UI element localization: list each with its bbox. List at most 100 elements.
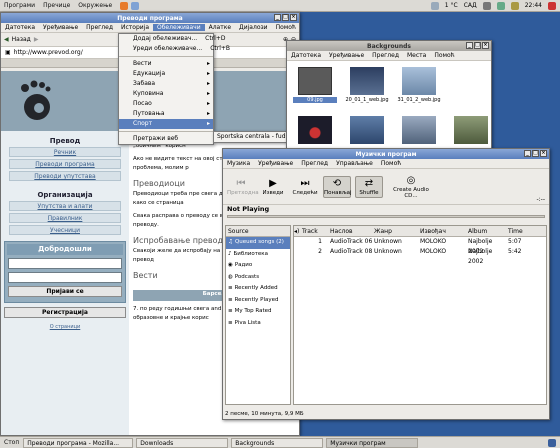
folder-education-item[interactable]: Едукација ▸ xyxy=(119,69,213,79)
col-artist[interactable]: Извођач xyxy=(420,226,468,236)
minimize-icon[interactable]: _ xyxy=(524,150,531,157)
source-library[interactable]: ♪ Библиотека xyxy=(226,249,290,261)
col-time[interactable]: Time xyxy=(508,226,530,236)
menu-view[interactable]: Преглед xyxy=(82,24,117,31)
thumbnail-item[interactable] xyxy=(345,115,389,151)
source-piva-lista[interactable]: ≡ Piva Lista xyxy=(226,318,290,330)
track-row[interactable]: 2 AudioTrack 08 Unknown MOLOKO Najbolje 20… xyxy=(294,247,546,265)
thumbnail-item[interactable]: 20_01_1_web.jpg xyxy=(345,67,389,110)
source-recently-added[interactable]: ≡ Recently Added xyxy=(226,283,290,295)
menu-music[interactable]: Музика xyxy=(223,160,254,167)
menu-help[interactable]: Помоћ xyxy=(430,52,458,59)
menu-bookmarks[interactable]: Обележивачи xyxy=(153,24,205,31)
source-top-rated[interactable]: ≡ My Top Rated xyxy=(226,306,290,318)
sport-bookmark-item[interactable]: Sportska centrala - fudbal, k xyxy=(214,132,288,142)
folder-sport-item[interactable]: Спорт ▸ xyxy=(119,119,213,129)
browser-titlebar[interactable]: Преводи програма _ □ × xyxy=(1,13,299,23)
menu-control[interactable]: Управљање xyxy=(332,160,377,167)
thumbnail-item[interactable] xyxy=(293,115,337,151)
music-titlebar[interactable]: Музички програм _ □ × xyxy=(223,149,549,159)
previous-button[interactable]: ⏮ Претходна xyxy=(227,178,259,196)
username-input[interactable] xyxy=(8,258,122,269)
workspace-switcher-icon[interactable] xyxy=(548,438,556,447)
play-button[interactable]: ▶ Изведи xyxy=(259,178,287,196)
menu-edit[interactable]: Уређивање xyxy=(39,24,82,31)
menu-history[interactable]: Историја xyxy=(117,24,153,31)
link-program-translations[interactable]: Преводи програма xyxy=(9,159,121,169)
menu-view[interactable]: Преглед xyxy=(297,160,332,167)
seek-slider[interactable] xyxy=(227,215,545,218)
task-backgrounds[interactable]: Backgrounds xyxy=(231,437,324,448)
link-guides-tools[interactable]: Упутства и алати xyxy=(9,201,121,211)
task-browser[interactable]: Преводи програма - Mozilla... xyxy=(23,437,134,448)
repeat-toggle[interactable]: ⟲ Понављај xyxy=(323,175,352,198)
next-button[interactable]: ⏭ Следећи xyxy=(291,178,319,196)
menu-file[interactable]: Датотека xyxy=(287,52,325,59)
folder-work-item[interactable]: Посао ▸ xyxy=(119,99,213,109)
thumbnail-item[interactable]: 31_01_2_web.jpg xyxy=(397,67,441,110)
track-row[interactable]: 1 AudioTrack 06 Unknown MOLOKO Najbolje 20… xyxy=(294,237,546,255)
folder-news-item[interactable]: Вести ▸ xyxy=(119,59,213,69)
folder-shopping-item[interactable]: Куповина ▸ xyxy=(119,89,213,99)
add-bookmark-item[interactable]: Додај обележивач... Ctrl+D xyxy=(119,34,225,44)
source-recently-played[interactable]: ≡ Recently Played xyxy=(226,295,290,307)
shuffle-toggle[interactable]: ⇄ Shuffle xyxy=(355,175,383,198)
source-podcasts[interactable]: ◍ Podcasts xyxy=(226,272,290,284)
link-manual-translations[interactable]: Преводи упутстава xyxy=(9,171,121,181)
menu-edit[interactable]: Уређивање xyxy=(254,160,297,167)
thumbnail-item[interactable] xyxy=(397,115,441,151)
maximize-icon[interactable]: □ xyxy=(474,42,481,49)
close-icon[interactable]: × xyxy=(290,14,297,21)
create-cd-button[interactable]: ◎ Create Audio CD... xyxy=(387,175,435,199)
menu-edit[interactable]: Уређивање xyxy=(325,52,368,59)
mail-launcher-icon[interactable] xyxy=(131,1,140,10)
maximize-icon[interactable]: □ xyxy=(282,14,289,21)
source-queue[interactable]: ♫ Queued songs (2) xyxy=(226,237,290,249)
col-genre[interactable]: Жанр xyxy=(374,226,420,236)
link-dictionary[interactable]: Речник xyxy=(9,147,121,157)
menu-dialogs[interactable]: Дијалози xyxy=(235,24,272,31)
close-icon[interactable]: × xyxy=(540,150,547,157)
task-music-player[interactable]: Музички програм xyxy=(326,437,419,448)
forward-arrow-icon[interactable]: ▶ xyxy=(34,36,39,43)
backgrounds-titlebar[interactable]: Backgrounds _ □ × xyxy=(287,41,491,51)
edit-bookmarks-item[interactable]: Уреди обележиваче... Ctrl+B xyxy=(119,44,230,54)
minimize-icon[interactable]: _ xyxy=(466,42,473,49)
source-radio[interactable]: ◉ Радио xyxy=(226,260,290,272)
thumbnail-item[interactable] xyxy=(449,115,491,151)
about-page-link[interactable]: О страници xyxy=(1,324,129,330)
maximize-icon[interactable]: □ xyxy=(532,150,539,157)
back-button[interactable]: Назад xyxy=(12,36,31,43)
menu-applications[interactable]: Програми xyxy=(0,2,39,9)
register-button[interactable]: Регистрација xyxy=(4,307,126,318)
menu-help[interactable]: Помоћ xyxy=(377,160,405,167)
clock[interactable]: 22:44 xyxy=(525,2,542,9)
thumbnail-item[interactable]: 09.jpg xyxy=(293,67,337,110)
battery-icon[interactable] xyxy=(510,1,519,10)
url-field[interactable]: http://www.prevod.org/ xyxy=(14,49,83,56)
col-album[interactable]: Album xyxy=(468,226,508,236)
network-icon[interactable] xyxy=(496,1,505,10)
browser-launcher-icon[interactable] xyxy=(120,1,129,10)
menu-view[interactable]: Преглед xyxy=(368,52,403,59)
volume-icon[interactable] xyxy=(482,1,491,10)
menu-places[interactable]: Места xyxy=(403,52,430,59)
task-downloads[interactable]: Downloads xyxy=(136,437,229,448)
logout-icon[interactable] xyxy=(548,1,556,10)
menu-places[interactable]: Пречице xyxy=(39,2,74,9)
menu-tools[interactable]: Алатке xyxy=(205,24,235,31)
col-title[interactable]: Наслов xyxy=(330,226,374,236)
col-track[interactable]: Track xyxy=(302,226,330,236)
minimize-icon[interactable]: _ xyxy=(274,14,281,21)
link-participants[interactable]: Учесници xyxy=(9,225,121,235)
search-web-item[interactable]: Претражи веб xyxy=(119,134,213,144)
password-input[interactable] xyxy=(8,272,122,283)
login-button[interactable]: Пријави се xyxy=(8,286,122,297)
back-arrow-icon[interactable]: ◀ xyxy=(4,36,9,43)
menu-file[interactable]: Датотека xyxy=(1,24,39,31)
folder-fun-item[interactable]: Забава ▸ xyxy=(119,79,213,89)
menu-help[interactable]: Помоћ xyxy=(272,24,299,31)
close-icon[interactable]: × xyxy=(482,42,489,49)
link-rules[interactable]: Правилник xyxy=(9,213,121,223)
menu-system[interactable]: Окружење xyxy=(74,2,116,9)
